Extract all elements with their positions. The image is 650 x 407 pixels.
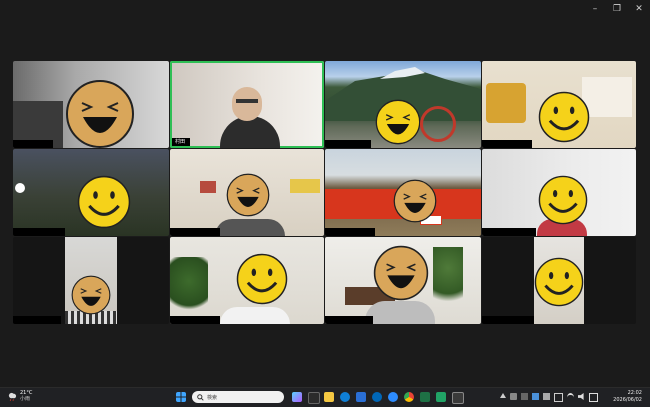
smiley-face-icon: [77, 175, 131, 229]
bicycle-icon: [420, 106, 456, 142]
volume-icon[interactable]: [578, 393, 585, 400]
laughing-face-icon: [373, 245, 429, 301]
name-bar: [482, 228, 536, 236]
participant-tile[interactable]: [13, 149, 169, 236]
participant-tile[interactable]: [325, 237, 481, 324]
laughing-face-icon: [375, 99, 421, 145]
taskbar-search[interactable]: 検索: [192, 391, 284, 403]
windows-start-icon[interactable]: [176, 392, 186, 402]
clock-date: 2026/06/02: [613, 397, 642, 404]
participant-tile[interactable]: [13, 61, 169, 148]
excel-icon[interactable]: [420, 392, 430, 402]
chevron-up-icon[interactable]: [500, 393, 506, 398]
tray-app-icon[interactable]: [532, 393, 539, 400]
zoom-icon[interactable]: [388, 392, 398, 402]
participant-tile[interactable]: [482, 61, 636, 148]
weather-widget[interactable]: 21°C 小雨: [8, 390, 32, 402]
person-torso: [215, 219, 285, 236]
name-bar: [13, 228, 65, 236]
smiley-face-icon: [538, 91, 590, 143]
participant-tile[interactable]: [482, 149, 636, 236]
app-icon[interactable]: [452, 392, 464, 404]
tray-app-icon[interactable]: [554, 393, 563, 402]
weather-description: 小雨: [20, 396, 32, 402]
chrome-icon[interactable]: [404, 392, 414, 402]
smiley-face-icon: [534, 257, 584, 307]
lamp-light: [15, 183, 25, 193]
plant-decor: [433, 247, 463, 317]
search-icon: [197, 394, 204, 401]
person-torso: [220, 307, 290, 324]
participant-tile[interactable]: [325, 149, 481, 236]
wifi-icon[interactable]: [567, 393, 574, 402]
name-bar: [13, 140, 53, 148]
name-bar: [170, 228, 220, 236]
laughing-face-icon: [226, 173, 270, 217]
tray-app-icon[interactable]: [543, 393, 550, 400]
task-view-icon[interactable]: [308, 392, 320, 404]
battery-icon[interactable]: [589, 393, 598, 402]
glasses-icon: [236, 99, 258, 103]
laughing-face-icon: [393, 179, 437, 223]
person-head: [232, 87, 262, 121]
minimize-button[interactable]: –: [584, 2, 606, 16]
plant-decor: [170, 257, 208, 317]
edge-icon[interactable]: [340, 392, 350, 402]
participant-tile[interactable]: [325, 61, 481, 148]
name-bar: [13, 316, 61, 324]
name-bar: 村田: [172, 138, 190, 146]
participant-tile-active-speaker[interactable]: 村田: [170, 61, 324, 148]
person-torso: [220, 116, 280, 148]
file-explorer-icon[interactable]: [324, 392, 334, 402]
participant-tile[interactable]: [170, 237, 324, 324]
tray-app-icon[interactable]: [521, 393, 528, 400]
clock-time: 22:02: [613, 390, 642, 397]
laughing-face-icon: [65, 79, 135, 148]
system-tray: [500, 393, 598, 402]
app-icon[interactable]: [436, 392, 446, 402]
name-bar: [170, 316, 220, 324]
participant-tile[interactable]: [482, 237, 636, 324]
laughing-face-icon: [71, 275, 111, 315]
maximize-button[interactable]: ❐: [606, 2, 628, 16]
store-icon[interactable]: [356, 392, 366, 402]
copilot-icon[interactable]: [292, 392, 302, 402]
hp-icon[interactable]: [372, 392, 382, 402]
tray-app-icon[interactable]: [510, 393, 517, 400]
windows-taskbar: 21°C 小雨 検索 22:02 2026/06/02: [0, 387, 650, 407]
search-placeholder: 検索: [207, 394, 217, 401]
participant-tile[interactable]: [170, 149, 324, 236]
close-button[interactable]: ✕: [628, 2, 650, 16]
gallery-view: 村田: [13, 61, 636, 324]
name-bar: [325, 316, 373, 324]
zoom-window: – ❐ ✕ 村田: [0, 0, 650, 387]
clock[interactable]: 22:02 2026/06/02: [613, 390, 642, 404]
participant-tile[interactable]: [13, 237, 169, 324]
smiley-face-icon: [538, 175, 588, 225]
name-bar: [325, 228, 375, 236]
smiley-face-icon: [236, 253, 288, 305]
window-controls: – ❐ ✕: [584, 2, 650, 16]
person-torso: [365, 301, 435, 324]
wall-decor: [290, 179, 320, 193]
name-bar: [325, 140, 371, 148]
name-bar: [482, 316, 534, 324]
cushion-decor: [486, 83, 526, 123]
participant-name: 村田: [175, 138, 185, 145]
name-bar: [482, 140, 532, 148]
rain-cloud-icon: [8, 392, 17, 401]
wall-decor: [200, 181, 216, 193]
